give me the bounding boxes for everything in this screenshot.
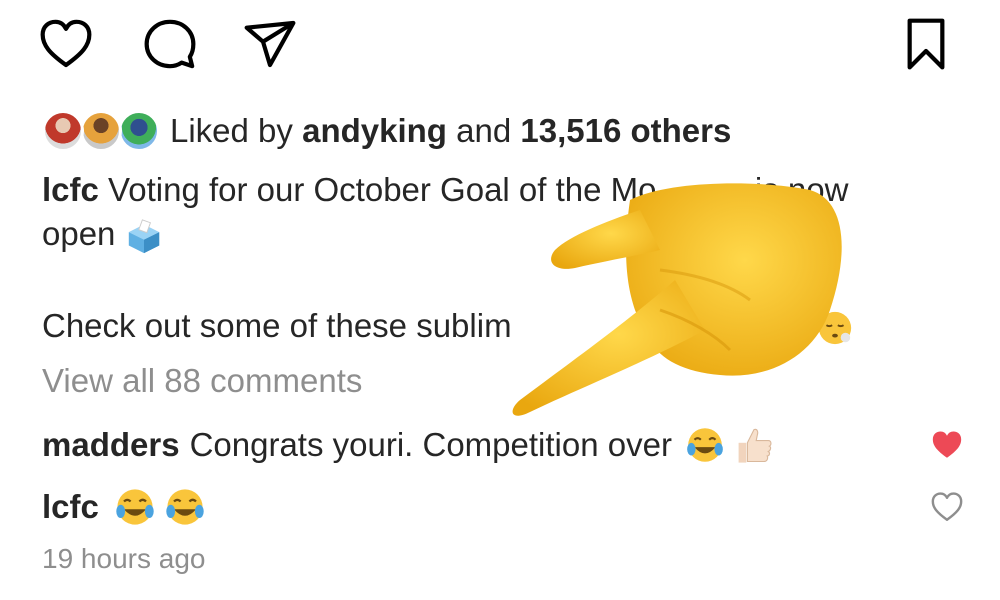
post-timestamp: 19 hours ago xyxy=(42,543,206,574)
caption-line3-end: s xyxy=(789,307,807,344)
liked-by-row[interactable]: Liked by andyking and 13,516 others xyxy=(42,108,731,154)
save-button[interactable] xyxy=(896,14,956,74)
liked-by-text: Liked by andyking and 13,516 others xyxy=(170,112,731,150)
face-exhaling-emoji-icon xyxy=(818,312,851,345)
caption-text: Voting for our October Goal of the Mo xyxy=(108,171,657,208)
comment-like-filled-icon[interactable] xyxy=(930,428,964,462)
speech-bubble-icon xyxy=(144,19,196,69)
paper-plane-icon xyxy=(244,20,296,68)
liked-by-prefix: Liked by xyxy=(170,112,293,149)
liked-by-and: and xyxy=(456,112,512,149)
liker-username[interactable]: andyking xyxy=(302,112,447,149)
comment-like-outline-icon[interactable] xyxy=(930,490,964,524)
comment-username[interactable]: madders xyxy=(42,426,180,464)
caption-line3: Check out some of these sublim s xyxy=(42,304,854,348)
view-all-comments-link[interactable]: View all 88 comments xyxy=(42,362,362,400)
caption-line2: open xyxy=(42,215,116,252)
caption-username[interactable]: lcfc xyxy=(42,171,99,208)
avatar xyxy=(80,110,122,152)
avatar xyxy=(118,110,160,152)
heart-outline-icon xyxy=(40,19,92,68)
share-button[interactable] xyxy=(240,14,300,74)
tears-of-joy-emoji-icon xyxy=(116,489,154,525)
ballot-box-emoji-icon xyxy=(128,219,159,254)
comment-username[interactable]: lcfc xyxy=(42,488,99,526)
comment-button[interactable] xyxy=(140,14,200,74)
likes-count[interactable]: 13,516 others xyxy=(520,112,731,149)
post-footer: Liked by andyking and 13,516 others lcfc… xyxy=(0,0,1000,600)
thumbs-up-emoji-icon xyxy=(738,428,772,463)
liker-avatars xyxy=(42,108,160,154)
bookmark-icon xyxy=(907,18,945,70)
tears-of-joy-emoji-icon xyxy=(687,428,723,462)
post-caption: lcfc Voting for our October Goal of the … xyxy=(42,168,922,256)
caption-text-tail: is now xyxy=(754,171,849,208)
caption-line3-start: Check out some of these sublim xyxy=(42,307,512,344)
tears-of-joy-emoji-icon xyxy=(166,489,204,525)
comment-text: Congrats youri. Competition over xyxy=(189,426,672,463)
like-button[interactable] xyxy=(36,14,96,74)
comment-row: lcfc xyxy=(42,482,207,532)
comment-row: madders Congrats youri. Competition over xyxy=(42,420,776,470)
avatar xyxy=(42,110,84,152)
